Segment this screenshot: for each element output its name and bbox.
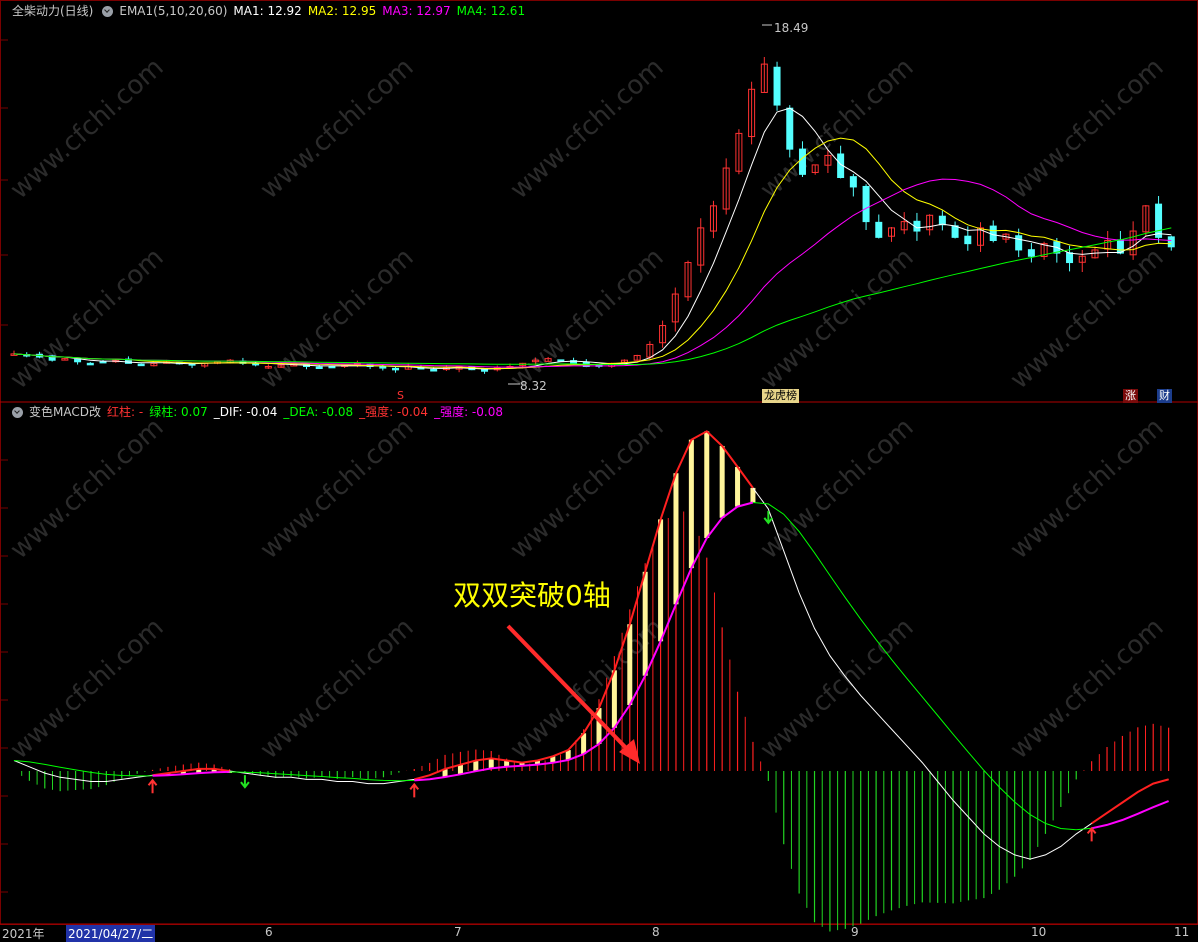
month-label: 7 <box>454 925 462 939</box>
candle-body <box>481 369 489 372</box>
watermark: www.cfchi.com <box>5 612 170 765</box>
candle-body <box>86 362 94 366</box>
macd-strength-bar <box>488 758 494 769</box>
macd-strength-bar <box>688 439 694 569</box>
candle-body <box>786 107 794 150</box>
candle-body <box>328 365 336 369</box>
limit-up-badge[interactable]: 涨 <box>1123 389 1138 403</box>
watermark: www.cfchi.com <box>505 412 670 565</box>
candle-body <box>137 363 145 367</box>
month-label: 10 <box>1031 925 1047 939</box>
watermark: www.cfchi.com <box>255 52 420 205</box>
buy-arrow-icon <box>1086 826 1097 842</box>
candle-body <box>1015 235 1023 251</box>
ma3-line <box>13 178 1172 368</box>
candle-body <box>951 225 959 238</box>
candle-body <box>74 358 82 363</box>
dragon-tiger-badge[interactable]: 龙虎榜 <box>762 389 799 403</box>
watermark: www.cfchi.com <box>755 412 920 565</box>
watermark: www.cfchi.com <box>1005 52 1170 205</box>
month-label: 6 <box>265 925 273 939</box>
watermark: www.cfchi.com <box>255 242 420 395</box>
watermark: www.cfchi.com <box>5 52 170 205</box>
min-price-label: 8.32 <box>520 379 547 393</box>
watermark: www.cfchi.com <box>755 242 920 395</box>
macd-strength-bar <box>673 473 679 605</box>
watermark: www.cfchi.com <box>1005 412 1170 565</box>
watermark: www.cfchi.com <box>755 612 920 765</box>
s-badge[interactable]: S <box>395 389 406 403</box>
month-label: 11 <box>1174 925 1190 939</box>
stock-chart[interactable]: www.cfchi.com www.cfchi.com www.cfchi.com w… <box>0 0 1198 939</box>
candle-body <box>849 176 857 188</box>
macd-strength-bar <box>719 445 725 518</box>
buy-arrow-icon <box>147 778 158 794</box>
candle-body <box>392 367 400 371</box>
macd-strength-bar <box>704 431 710 539</box>
candle-body <box>1066 252 1074 264</box>
candle-body <box>938 215 946 226</box>
max-price-label: 18.49 <box>774 21 808 35</box>
watermark: www.cfchi.com <box>255 412 420 565</box>
watermark: www.cfchi.com <box>1005 612 1170 765</box>
candle-body <box>798 148 806 175</box>
watermark: www.cfchi.com <box>5 412 170 565</box>
candle-body <box>379 365 387 369</box>
callout-text: 双双突破0轴 <box>453 579 611 612</box>
month-label: 8 <box>652 925 660 939</box>
macd-strength-bar <box>627 624 633 705</box>
finance-badge[interactable]: 财 <box>1157 389 1172 403</box>
watermark: www.cfchi.com <box>5 242 170 395</box>
buy-arrow-icon <box>409 782 420 798</box>
macd-strength-bar <box>611 670 617 728</box>
candle-body <box>1155 203 1163 238</box>
candle-body <box>964 235 972 245</box>
candle-body <box>557 359 565 362</box>
sell-arrow-icon <box>240 775 250 789</box>
candle-body <box>430 369 438 372</box>
candle-body <box>315 366 323 370</box>
candle-body <box>989 225 997 242</box>
candle-body <box>862 185 870 223</box>
candle-body <box>1027 249 1035 257</box>
month-label: 9 <box>851 925 859 939</box>
macd-strength-bar <box>658 519 664 642</box>
watermark: www.cfchi.com <box>505 52 670 205</box>
cursor-date-label: 2021/04/27/二 <box>66 925 156 942</box>
candle-body <box>1167 236 1175 248</box>
watermark: www.cfchi.com <box>255 612 420 765</box>
candle-body <box>99 360 107 364</box>
macd-strength-bar <box>642 571 648 676</box>
candle-body <box>773 66 781 106</box>
year-label: 2021年 <box>2 927 45 941</box>
watermark: www.cfchi.com <box>1005 242 1170 395</box>
candle-body <box>875 221 883 238</box>
macd-strength-bar <box>596 708 602 744</box>
macd-strength-bar <box>735 466 741 507</box>
watermark: www.cfchi.com <box>505 242 670 395</box>
macd-strength-bar <box>473 760 479 772</box>
